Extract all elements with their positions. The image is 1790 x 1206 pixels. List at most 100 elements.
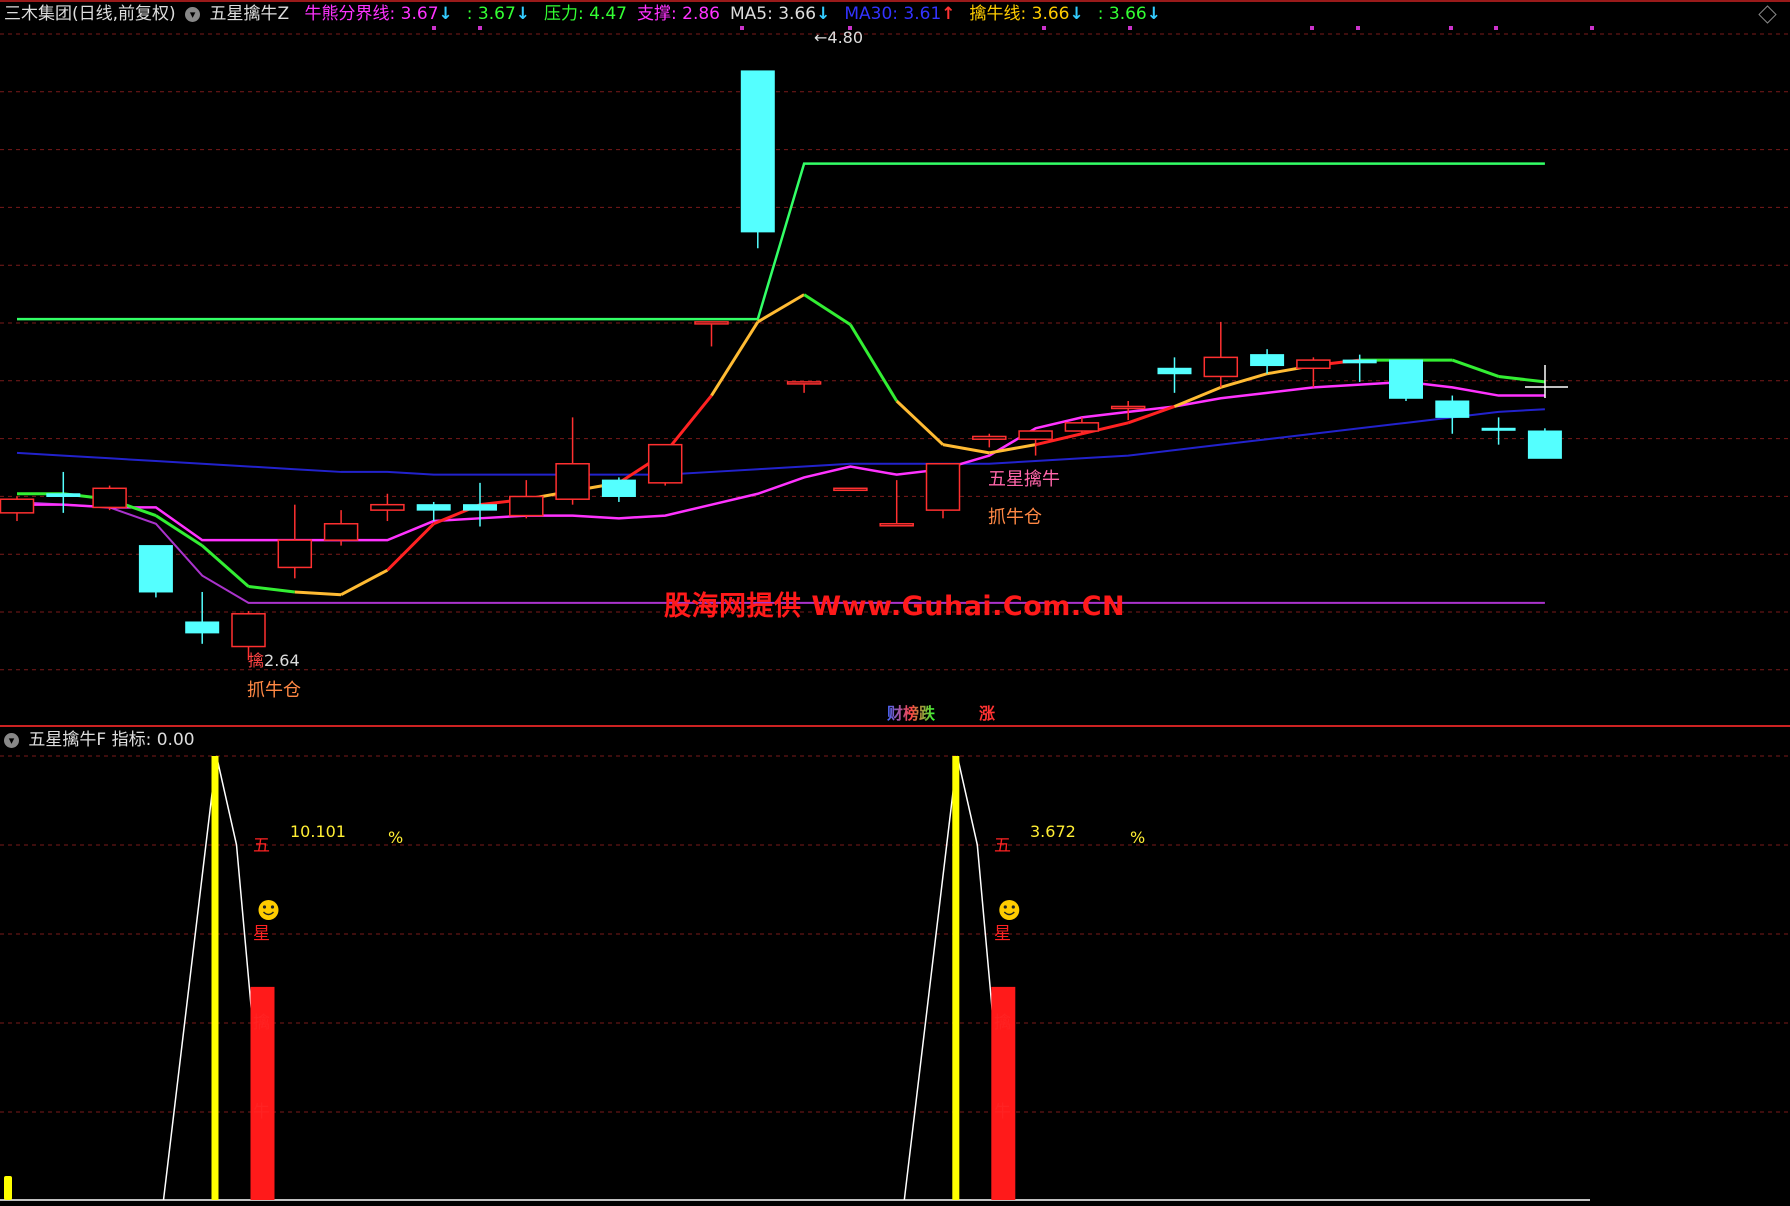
header-item-2: 压力: 4.47 — [544, 4, 627, 24]
top-marker-dot — [478, 26, 482, 30]
candle-body — [1203, 356, 1239, 378]
stock-title[interactable]: 三木集团(日线,前复权) — [4, 4, 176, 24]
top-marker-dot — [1128, 26, 1132, 30]
candle-body — [509, 495, 544, 517]
vtext-2-b: 星 — [994, 924, 1011, 944]
sub-indicator-name[interactable]: 五星擒牛F — [28, 730, 106, 750]
mid-label-left: 财榜跌 — [887, 704, 936, 723]
candle-body — [185, 621, 220, 634]
candle-body — [786, 381, 822, 385]
header-item-3: 支撑: 2.86 — [637, 4, 720, 24]
pct-sign-1: % — [388, 828, 404, 847]
main-header: 三木集团(日线,前复权) ▾ 五星擒牛Z 牛熊分界线: 3.67↓ : 3.67↓… — [4, 2, 1173, 26]
header-item-5: MA30: 3.61↑ — [844, 4, 956, 24]
top-marker-dot — [1494, 26, 1498, 30]
top-marker-dot — [1590, 26, 1594, 30]
candle-body — [416, 504, 451, 511]
header-arrow-1: ↓ — [515, 4, 531, 24]
header-item-6: 擒牛线: 3.66↓ — [969, 4, 1084, 24]
candle-body — [1435, 400, 1470, 418]
candle-body — [1018, 430, 1053, 440]
candle-body — [740, 70, 775, 233]
chart-stage: 三木集团(日线,前复权) ▾ 五星擒牛Z 牛熊分界线: 3.67↓ : 3.67↓… — [0, 0, 1790, 1206]
ma30-line — [16, 408, 1545, 476]
top-marker-dot — [432, 26, 436, 30]
header-arrow-0: ↓ — [438, 4, 453, 24]
candle-body — [833, 487, 868, 492]
header-arrow-5: ↑ — [941, 4, 956, 24]
smiley-icon — [999, 900, 1020, 920]
indicator-toggle-icon[interactable]: ▾ — [185, 6, 201, 22]
qiniu-line-segment — [942, 443, 990, 455]
qiniu-line-segment — [340, 568, 389, 597]
header-item-7: : 3.66↓ — [1097, 4, 1161, 24]
top-marker-dot — [1356, 26, 1360, 30]
candle-body — [46, 493, 81, 497]
header-values: 牛熊分界线: 3.67↓ : 3.67↓ 压力: 4.47 支撑: 2.86 MA5: … — [299, 4, 1169, 24]
qiniu-line-segment — [803, 293, 852, 326]
vtext-1-d: 牛 — [253, 1102, 270, 1122]
candle-body — [555, 463, 590, 500]
sub-header: ▾ 五星擒牛F 指标: 0.00 — [4, 728, 195, 752]
candle-body — [1296, 359, 1331, 370]
vtext-2-c: 擒 — [994, 1013, 1011, 1033]
pct-value-2: 3.672 — [1030, 822, 1076, 841]
header-arrow-4: ↓ — [816, 4, 831, 24]
candle-body — [1110, 405, 1146, 410]
candle-body — [601, 479, 636, 497]
top-marker-dot — [1310, 26, 1314, 30]
candle-body — [879, 523, 914, 527]
pct-sign-2: % — [1130, 828, 1146, 847]
sub-indicator-value: 0.00 — [156, 730, 195, 750]
watermark: 股海网提供 Www.Guhai.Com.CN — [664, 591, 1126, 622]
upper-band-line — [17, 162, 1545, 321]
candle-body — [92, 487, 127, 509]
qiniu-line-segment — [895, 399, 945, 446]
sub-indicator-toggle-icon[interactable]: ▾ — [4, 732, 19, 748]
smiley-eye — [270, 905, 275, 909]
qiniu-line-segment — [294, 590, 342, 597]
qiniu-line-segment — [849, 323, 898, 402]
smiley-eye — [1011, 905, 1015, 909]
vtext-2-a: 五 — [994, 836, 1011, 856]
sub-indicator-label: 指标 — [111, 730, 146, 750]
top-marker-dot — [1042, 26, 1046, 30]
candle-body — [647, 443, 683, 484]
candle-body — [1064, 422, 1100, 432]
qiniu-line-segment — [710, 321, 760, 397]
vtext-1-b: 星 — [253, 924, 270, 944]
candle-body — [694, 321, 729, 325]
min-price-label: 擒2.64 — [248, 651, 300, 670]
five-star-label: 五星擒牛 — [988, 469, 1060, 490]
bull-line — [17, 380, 1545, 542]
smiley-eye — [262, 905, 267, 909]
candle-body — [1157, 367, 1192, 375]
candle-body — [1527, 430, 1562, 459]
candle-body — [231, 613, 266, 648]
header-item-0: 牛熊分界线: 3.67↓ — [304, 4, 453, 24]
candle-body — [1342, 359, 1377, 364]
qiniu-line-segment — [1451, 358, 1500, 378]
candle-body — [972, 435, 1007, 440]
smiley-eye — [1003, 905, 1007, 909]
header-item-1: : 3.67↓ — [466, 4, 531, 24]
top-marker-dot — [1449, 26, 1453, 30]
candle-body — [370, 503, 405, 511]
candle-body — [138, 545, 173, 593]
qiniu-line-segment — [989, 443, 1036, 455]
header-item-4: MA5: 3.66↓ — [729, 4, 831, 24]
max-price-label: ←4.80 — [814, 28, 864, 47]
candle-body — [1250, 354, 1285, 367]
vtext-1-a: 五 — [253, 836, 270, 856]
top-marker-dot — [740, 26, 744, 30]
buy-signal-label-1: 抓牛仓 — [247, 680, 301, 701]
smiley-icon — [258, 900, 279, 920]
vtext-2-d: 牛 — [994, 1102, 1011, 1122]
candle-body — [463, 504, 497, 511]
mid-label-right: 涨 — [979, 704, 996, 723]
signal-yellow-bar-1 — [952, 756, 960, 1200]
header-arrow-6: ↓ — [1069, 4, 1084, 24]
indicator-name[interactable]: 五星擒牛Z — [209, 4, 289, 24]
candle-body — [323, 523, 359, 541]
signal-yellow-bar-0 — [211, 756, 219, 1200]
